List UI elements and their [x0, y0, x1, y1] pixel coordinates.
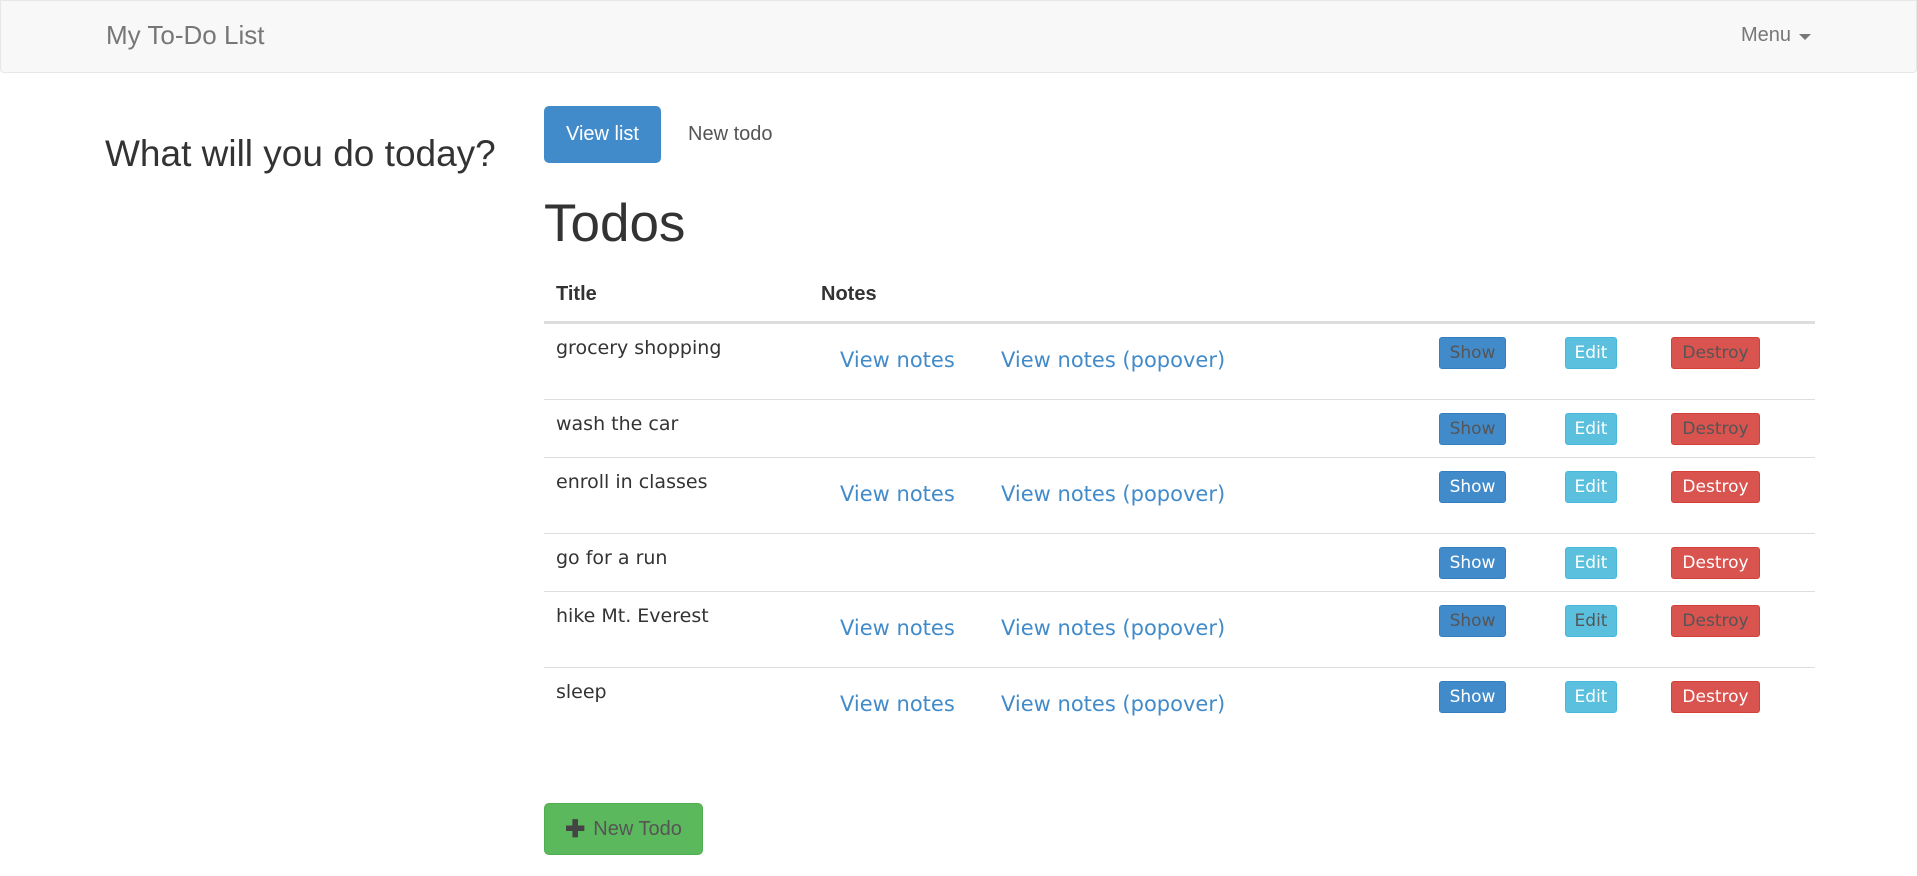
- show-button[interactable]: Show: [1439, 413, 1506, 445]
- edit-button[interactable]: Edit: [1565, 471, 1617, 503]
- edit-button[interactable]: Edit: [1565, 547, 1617, 579]
- show-button[interactable]: Show: [1439, 337, 1506, 369]
- destroy-button[interactable]: Destroy: [1671, 605, 1760, 637]
- todo-title: wash the car: [556, 413, 679, 435]
- todo-title: grocery shopping: [556, 337, 722, 359]
- new-todo-label: New Todo: [593, 817, 682, 840]
- table-header: Title Notes: [544, 270, 1815, 324]
- destroy-button[interactable]: Destroy: [1671, 337, 1760, 369]
- todo-title: enroll in classes: [556, 471, 708, 493]
- sidebar-heading: What will you do today?: [105, 133, 496, 174]
- menu-label: Menu: [1741, 24, 1792, 46]
- table-row: hike Mt. Everest View notes View notes (po…: [544, 592, 1815, 668]
- show-button[interactable]: Show: [1439, 605, 1506, 637]
- column-header-notes: Notes: [821, 283, 877, 305]
- menu-dropdown[interactable]: Menu: [1741, 24, 1812, 47]
- table-row: enroll in classes View notes View notes (p…: [544, 458, 1815, 534]
- edit-button[interactable]: Edit: [1565, 337, 1617, 369]
- edit-button[interactable]: Edit: [1565, 413, 1617, 445]
- view-notes-link[interactable]: View notes: [840, 482, 955, 506]
- destroy-button[interactable]: Destroy: [1671, 413, 1760, 445]
- view-notes-popover-link[interactable]: View notes (popover): [1001, 616, 1225, 640]
- show-button[interactable]: Show: [1439, 681, 1506, 713]
- view-notes-popover-link[interactable]: View notes (popover): [1001, 482, 1225, 506]
- todos-table: Title Notes grocery shopping View notes Vi…: [544, 270, 1815, 744]
- view-notes-popover-link[interactable]: View notes (popover): [1001, 348, 1225, 372]
- todo-title: go for a run: [556, 547, 668, 569]
- column-header-title: Title: [556, 283, 597, 305]
- plus-icon: ✚: [565, 815, 586, 843]
- table-row: wash the car Show Edit Destroy: [544, 400, 1815, 458]
- edit-button[interactable]: Edit: [1565, 681, 1617, 713]
- destroy-button[interactable]: Destroy: [1671, 471, 1760, 503]
- table-row: sleep View notes View notes (popover) Show E…: [544, 668, 1815, 744]
- destroy-button[interactable]: Destroy: [1671, 681, 1760, 713]
- view-notes-popover-link[interactable]: View notes (popover): [1001, 692, 1225, 716]
- table-row: grocery shopping View notes View notes (po…: [544, 324, 1815, 400]
- page-title: Todos: [544, 194, 686, 253]
- edit-button[interactable]: Edit: [1565, 605, 1617, 637]
- view-notes-link[interactable]: View notes: [840, 348, 955, 372]
- navbar: My To-Do List Menu: [0, 0, 1917, 73]
- table-row: go for a run Show Edit Destroy: [544, 534, 1815, 592]
- nav-pills: View list New todo: [544, 106, 795, 163]
- destroy-button[interactable]: Destroy: [1671, 547, 1760, 579]
- todo-title: sleep: [556, 681, 607, 703]
- brand-link[interactable]: My To-Do List: [106, 20, 264, 51]
- table-body: grocery shopping View notes View notes (po…: [544, 324, 1815, 744]
- new-todo-button[interactable]: ✚ New Todo: [544, 803, 703, 855]
- tab-new-todo[interactable]: New todo: [666, 106, 795, 163]
- view-notes-link[interactable]: View notes: [840, 692, 955, 716]
- caret-down-icon: [1799, 34, 1812, 40]
- show-button[interactable]: Show: [1439, 471, 1506, 503]
- todo-title: hike Mt. Everest: [556, 605, 709, 627]
- tab-view-list[interactable]: View list: [544, 106, 661, 163]
- show-button[interactable]: Show: [1439, 547, 1506, 579]
- view-notes-link[interactable]: View notes: [840, 616, 955, 640]
